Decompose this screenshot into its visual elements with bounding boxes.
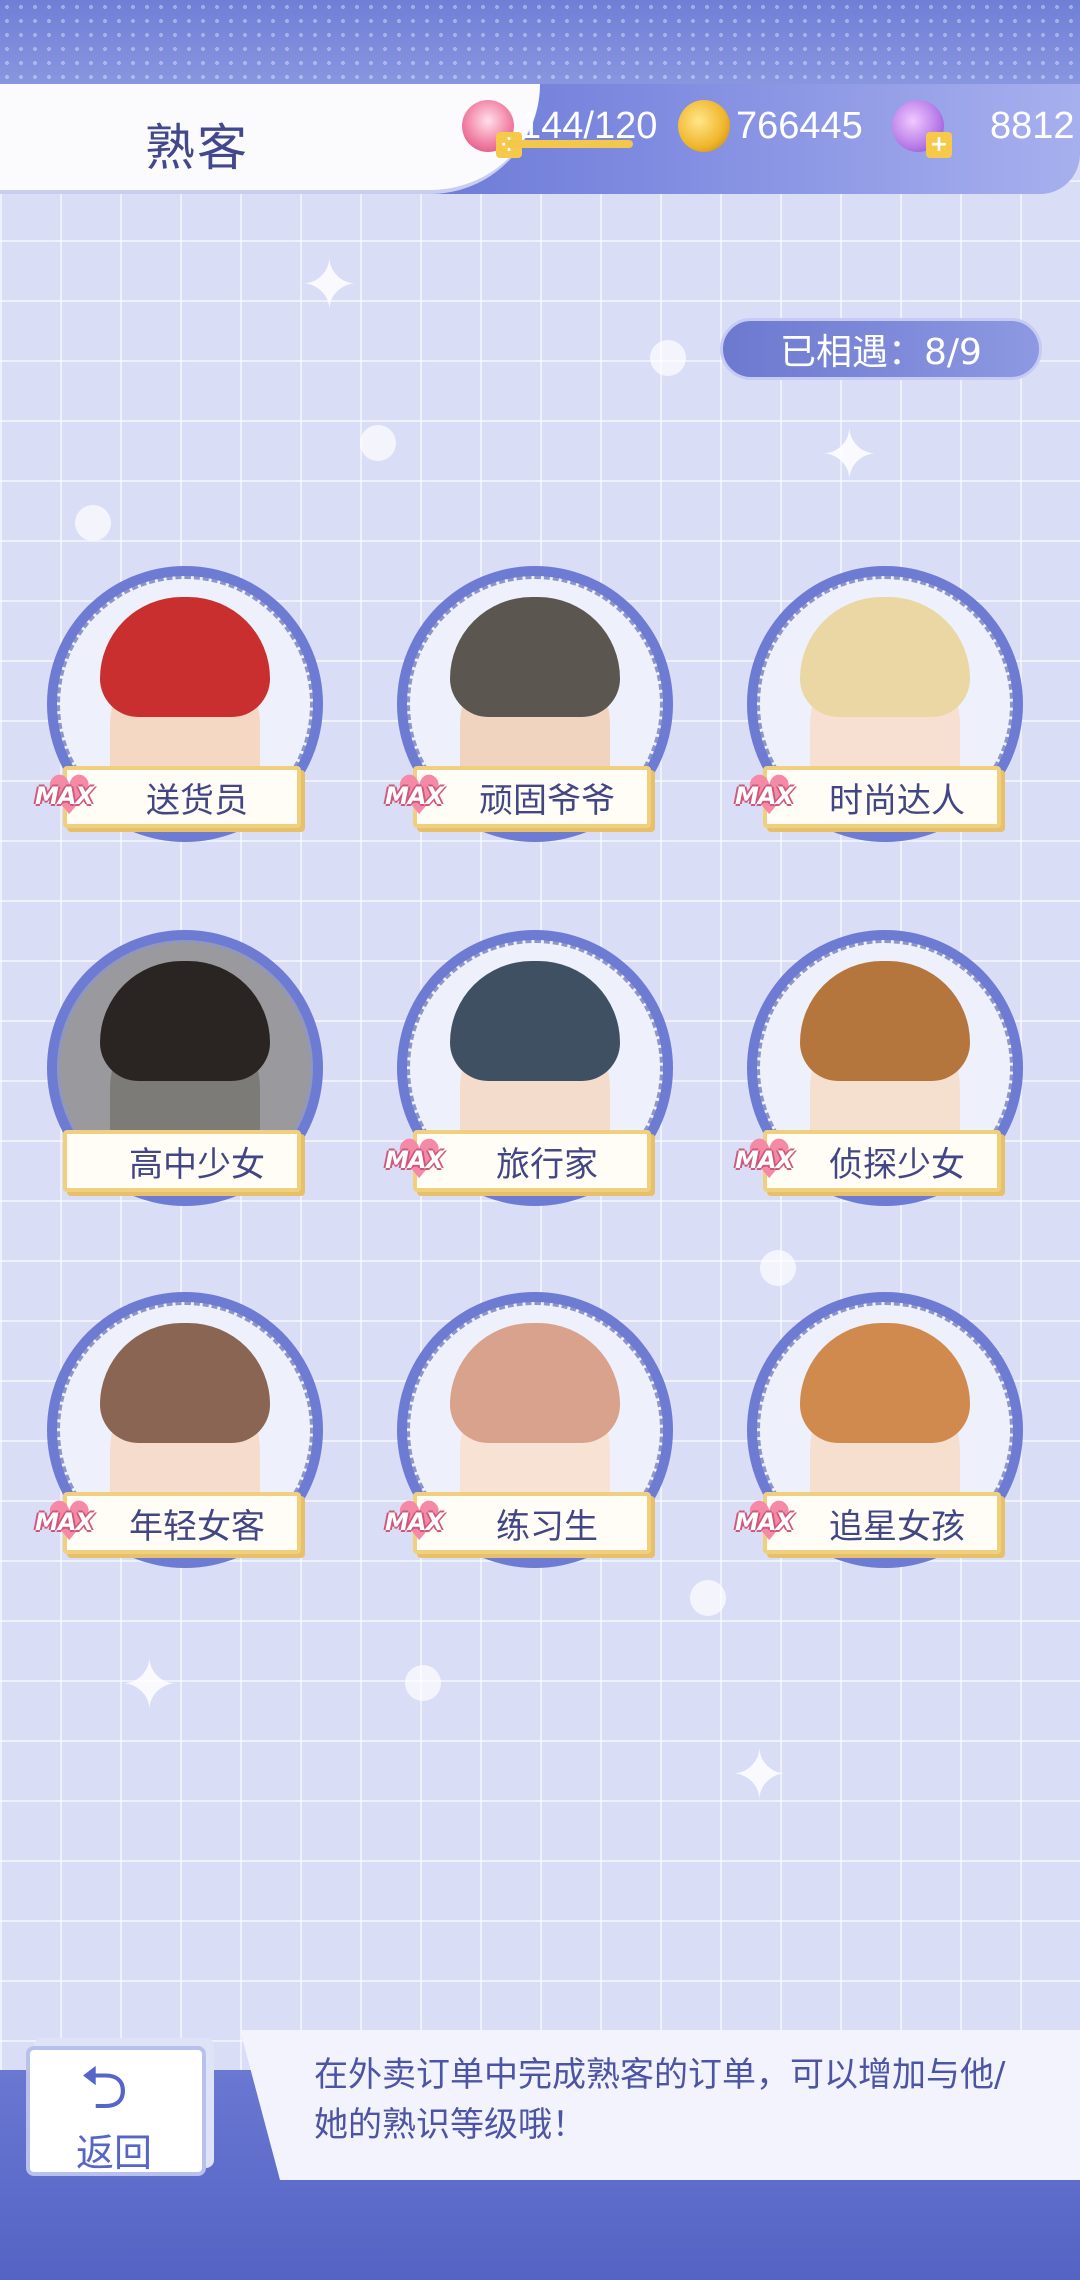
dot-decoration xyxy=(690,1580,726,1616)
sparkle-decoration: ✦ xyxy=(120,1644,179,1726)
customer-card[interactable]: 练习生 ♥ MAX xyxy=(385,1292,685,1572)
customer-card[interactable]: 时尚达人 ♥ MAX xyxy=(735,566,1035,846)
sparkle-decoration: ✦ xyxy=(820,414,879,496)
hint-text: 在外卖订单中完成熟客的订单，可以增加与他/她的熟识等级哦！ xyxy=(314,2055,1006,2145)
coins-resource: 766445 xyxy=(678,96,863,156)
customer-card[interactable]: 追星女孩 ♥ MAX xyxy=(735,1292,1035,1572)
coins-value: 766445 xyxy=(736,104,863,147)
top-band xyxy=(0,0,1080,90)
back-arrow-icon: ⮌ xyxy=(80,2053,129,2123)
max-badge: ♥ MAX xyxy=(385,1128,444,1191)
title-panel xyxy=(0,84,540,194)
coin-icon xyxy=(678,100,730,152)
customer-card[interactable]: 年轻女客 ♥ MAX xyxy=(35,1292,335,1572)
sparkle-decoration: ✦ xyxy=(300,244,359,326)
back-label: 返回 xyxy=(76,2131,153,2175)
customer-card[interactable]: 侦探少女 ♥ MAX xyxy=(735,930,1035,1210)
swan-icon: + xyxy=(892,100,952,158)
max-badge: ♥ MAX xyxy=(735,1128,794,1191)
dot-decoration xyxy=(650,340,686,376)
page-title: 熟客 xyxy=(145,119,249,177)
max-badge: ♥ MAX xyxy=(735,1490,794,1553)
customer-card[interactable]: 旅行家 ♥ MAX xyxy=(385,930,685,1210)
dot-decoration xyxy=(760,1250,796,1286)
max-badge: ♥ MAX xyxy=(735,764,794,827)
dot-decoration xyxy=(405,1665,441,1701)
plus-icon[interactable]: + xyxy=(926,132,952,158)
customer-name: 高中少女 xyxy=(63,1130,301,1192)
max-badge: ♥ MAX xyxy=(35,1490,94,1553)
swans-value: 8812 xyxy=(990,104,1075,147)
swans-resource[interactable]: + 8812 xyxy=(892,96,1075,158)
customer-card[interactable]: 送货员 ♥ MAX xyxy=(35,566,335,846)
sparkle-decoration: ✦ xyxy=(730,1734,789,1816)
customer-card[interactable]: 高中少女 xyxy=(35,930,335,1210)
met-counter: 已相遇：8/9 xyxy=(720,318,1042,380)
max-badge: ♥ MAX xyxy=(35,764,94,827)
max-badge: ♥ MAX xyxy=(385,1490,444,1553)
customer-card[interactable]: 顽固爷爷 ♥ MAX xyxy=(385,566,685,846)
dot-decoration xyxy=(360,425,396,461)
dot-decoration xyxy=(75,505,111,541)
stamina-bar xyxy=(505,140,633,148)
back-button[interactable]: ⮌ 返回 xyxy=(26,2046,206,2176)
max-badge: ♥ MAX xyxy=(385,764,444,827)
